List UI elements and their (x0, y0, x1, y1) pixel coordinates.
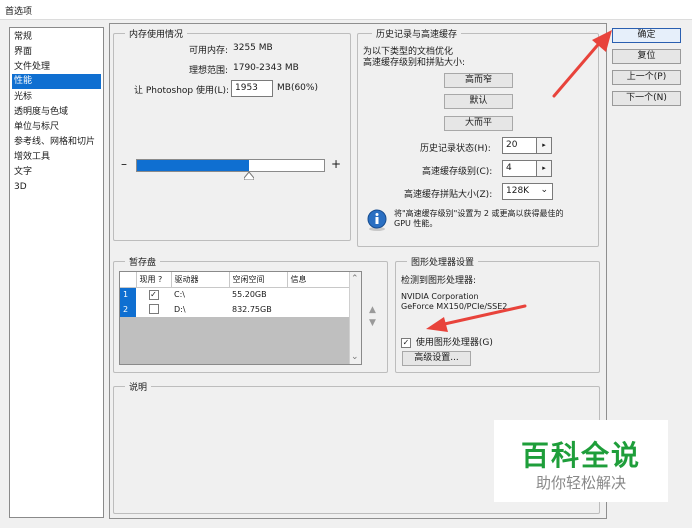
active-column-header[interactable]: 现用 ? (136, 272, 172, 288)
title-bar: 首选项 (0, 0, 692, 20)
scroll-down-icon[interactable]: ⌄ (351, 352, 359, 362)
spinner-arrow-icon: ▸ (542, 141, 546, 149)
tall-thin-button[interactable]: 高而窄 (444, 73, 513, 88)
info-icon (366, 209, 388, 231)
sidebar-item-interface[interactable]: 界面 (12, 45, 101, 60)
history-states-spinner[interactable]: ▸ (536, 137, 552, 154)
history-states-label: 历史记录状态(H): (420, 144, 491, 154)
memory-unit-label: MB(60%) (277, 83, 318, 93)
sidebar-category-list[interactable]: 常规 界面 文件处理 性能 光标 透明度与色域 单位与标尺 参考线、网格和切片 … (9, 27, 104, 518)
sidebar-item-transparency[interactable]: 透明度与色域 (12, 105, 101, 120)
ok-button[interactable]: 确定 (612, 28, 681, 43)
tile-size-select[interactable]: 128K ⌄ (502, 183, 553, 200)
info-column-header[interactable]: 信息 (287, 272, 350, 288)
sidebar-item-plugins[interactable]: 增效工具 (12, 150, 101, 165)
memory-slider-thumb[interactable] (243, 171, 255, 181)
free-space-column-header[interactable]: 空闲空间 (229, 272, 288, 288)
use-gpu-checkbox[interactable]: ✓ (401, 338, 411, 348)
optimize-desc-line2: 高速缓存级别和拼贴大小: (363, 58, 466, 68)
memory-slider-track[interactable] (136, 159, 325, 172)
use-gpu-checkbox-row[interactable]: ✓ 使用图形处理器(G) (401, 335, 493, 348)
row-index: 1 (120, 287, 136, 302)
cache-levels-label: 高速缓存级别(C): (422, 167, 493, 177)
available-memory-value: 3255 MB (233, 43, 273, 53)
advanced-settings-button[interactable]: 高级设置... (402, 351, 471, 366)
table-row[interactable]: 2 D:\ 832.75GB (120, 302, 350, 317)
slider-plus-label: + (331, 157, 342, 171)
red-arrow-to-gpu-icon (426, 304, 527, 332)
info-text-line2: GPU 性能。 (394, 219, 438, 228)
slider-thumb-icon (243, 171, 255, 181)
row-index: 2 (120, 302, 136, 317)
sidebar-item-general[interactable]: 常规 (12, 30, 101, 45)
slider-minus-label: – (121, 157, 127, 171)
spinner-arrow-icon: ▸ (542, 164, 546, 172)
memory-usage-legend: 内存使用情况 (125, 27, 188, 40)
info-circle-icon (367, 209, 387, 231)
watermark-title: 百科全说 (520, 439, 641, 472)
memory-usage-input[interactable]: 1953 (231, 80, 273, 97)
row-info (287, 302, 350, 317)
scratch-index-header (120, 272, 137, 288)
drive-column-header[interactable]: 驱动器 (171, 272, 230, 288)
use-gpu-label: 使用图形处理器(G) (415, 338, 493, 348)
row-drive: C:\ (174, 290, 185, 300)
scratch-disks-legend: 暂存盘 (125, 255, 161, 268)
sidebar-item-performance[interactable]: 性能 (12, 74, 101, 89)
tile-size-value: 128K (506, 186, 530, 196)
tile-size-label: 高速缓存拼贴大小(Z): (404, 190, 493, 200)
cache-levels-input[interactable]: 4 (502, 160, 537, 177)
row-active-cell[interactable] (136, 302, 171, 317)
memory-slider-fill (137, 160, 250, 171)
row-drive: D:\ (174, 305, 186, 314)
cache-levels-spinner[interactable]: ▸ (536, 160, 552, 177)
sidebar-item-cursors[interactable]: 光标 (12, 90, 101, 105)
scratch-disk-table[interactable]: 现用 ? 驱动器 空闲空间 信息 1 ✓ C:\ 55.20GB 2 D:\ 8… (119, 271, 362, 365)
sidebar-item-guides[interactable]: 参考线、网格和切片 (12, 135, 101, 150)
table-scrollbar[interactable]: ⌃ ⌄ (349, 272, 361, 364)
window-title: 首选项 (5, 7, 33, 17)
row-info (287, 287, 350, 302)
ideal-range-label: 理想范围: (189, 66, 229, 76)
table-row[interactable]: 1 ✓ C:\ 55.20GB (120, 287, 350, 302)
history-cache-legend: 历史记录与高速缓存 (372, 27, 462, 40)
detected-gpu-label: 检测到图形处理器: (401, 276, 477, 286)
default-button[interactable]: 默认 (444, 94, 513, 109)
red-arrow-to-ok-icon (552, 30, 612, 98)
available-memory-label: 可用内存: (189, 46, 229, 56)
let-photoshop-use-label: 让 Photoshop 使用(L): (134, 86, 230, 96)
move-down-icon[interactable]: ▼ (369, 318, 376, 328)
chevron-down-icon: ⌄ (540, 185, 548, 195)
sidebar-item-file-handling[interactable]: 文件处理 (12, 60, 101, 75)
prev-button[interactable]: 上一个(P) (612, 70, 681, 85)
sidebar-item-units[interactable]: 单位与标尺 (12, 120, 101, 135)
next-button[interactable]: 下一个(N) (612, 91, 681, 106)
row-active-cell[interactable]: ✓ (136, 287, 171, 302)
sidebar-item-3d[interactable]: 3D (12, 180, 101, 195)
row-free-space: 832.75GB (232, 305, 272, 314)
memory-usage-group (113, 33, 351, 241)
active-checkbox[interactable] (148, 303, 159, 314)
move-up-icon[interactable]: ▲ (369, 305, 376, 315)
big-flat-button[interactable]: 大而平 (444, 116, 513, 131)
watermark-subtitle: 助你轻松解决 (535, 474, 626, 492)
sidebar-item-type[interactable]: 文字 (12, 165, 101, 180)
active-checkbox[interactable]: ✓ (148, 289, 159, 300)
reset-button[interactable]: 复位 (612, 49, 681, 64)
gpu-settings-legend: 图形处理器设置 (407, 255, 479, 268)
history-states-input[interactable]: 20 (502, 137, 537, 154)
ideal-range-value: 1790-2343 MB (233, 63, 299, 73)
row-free-space: 55.20GB (232, 290, 267, 300)
watermark-logo: 百科全说 助你轻松解决 (494, 420, 668, 502)
description-legend: 说明 (125, 380, 152, 393)
scroll-up-icon[interactable]: ⌃ (351, 274, 359, 284)
